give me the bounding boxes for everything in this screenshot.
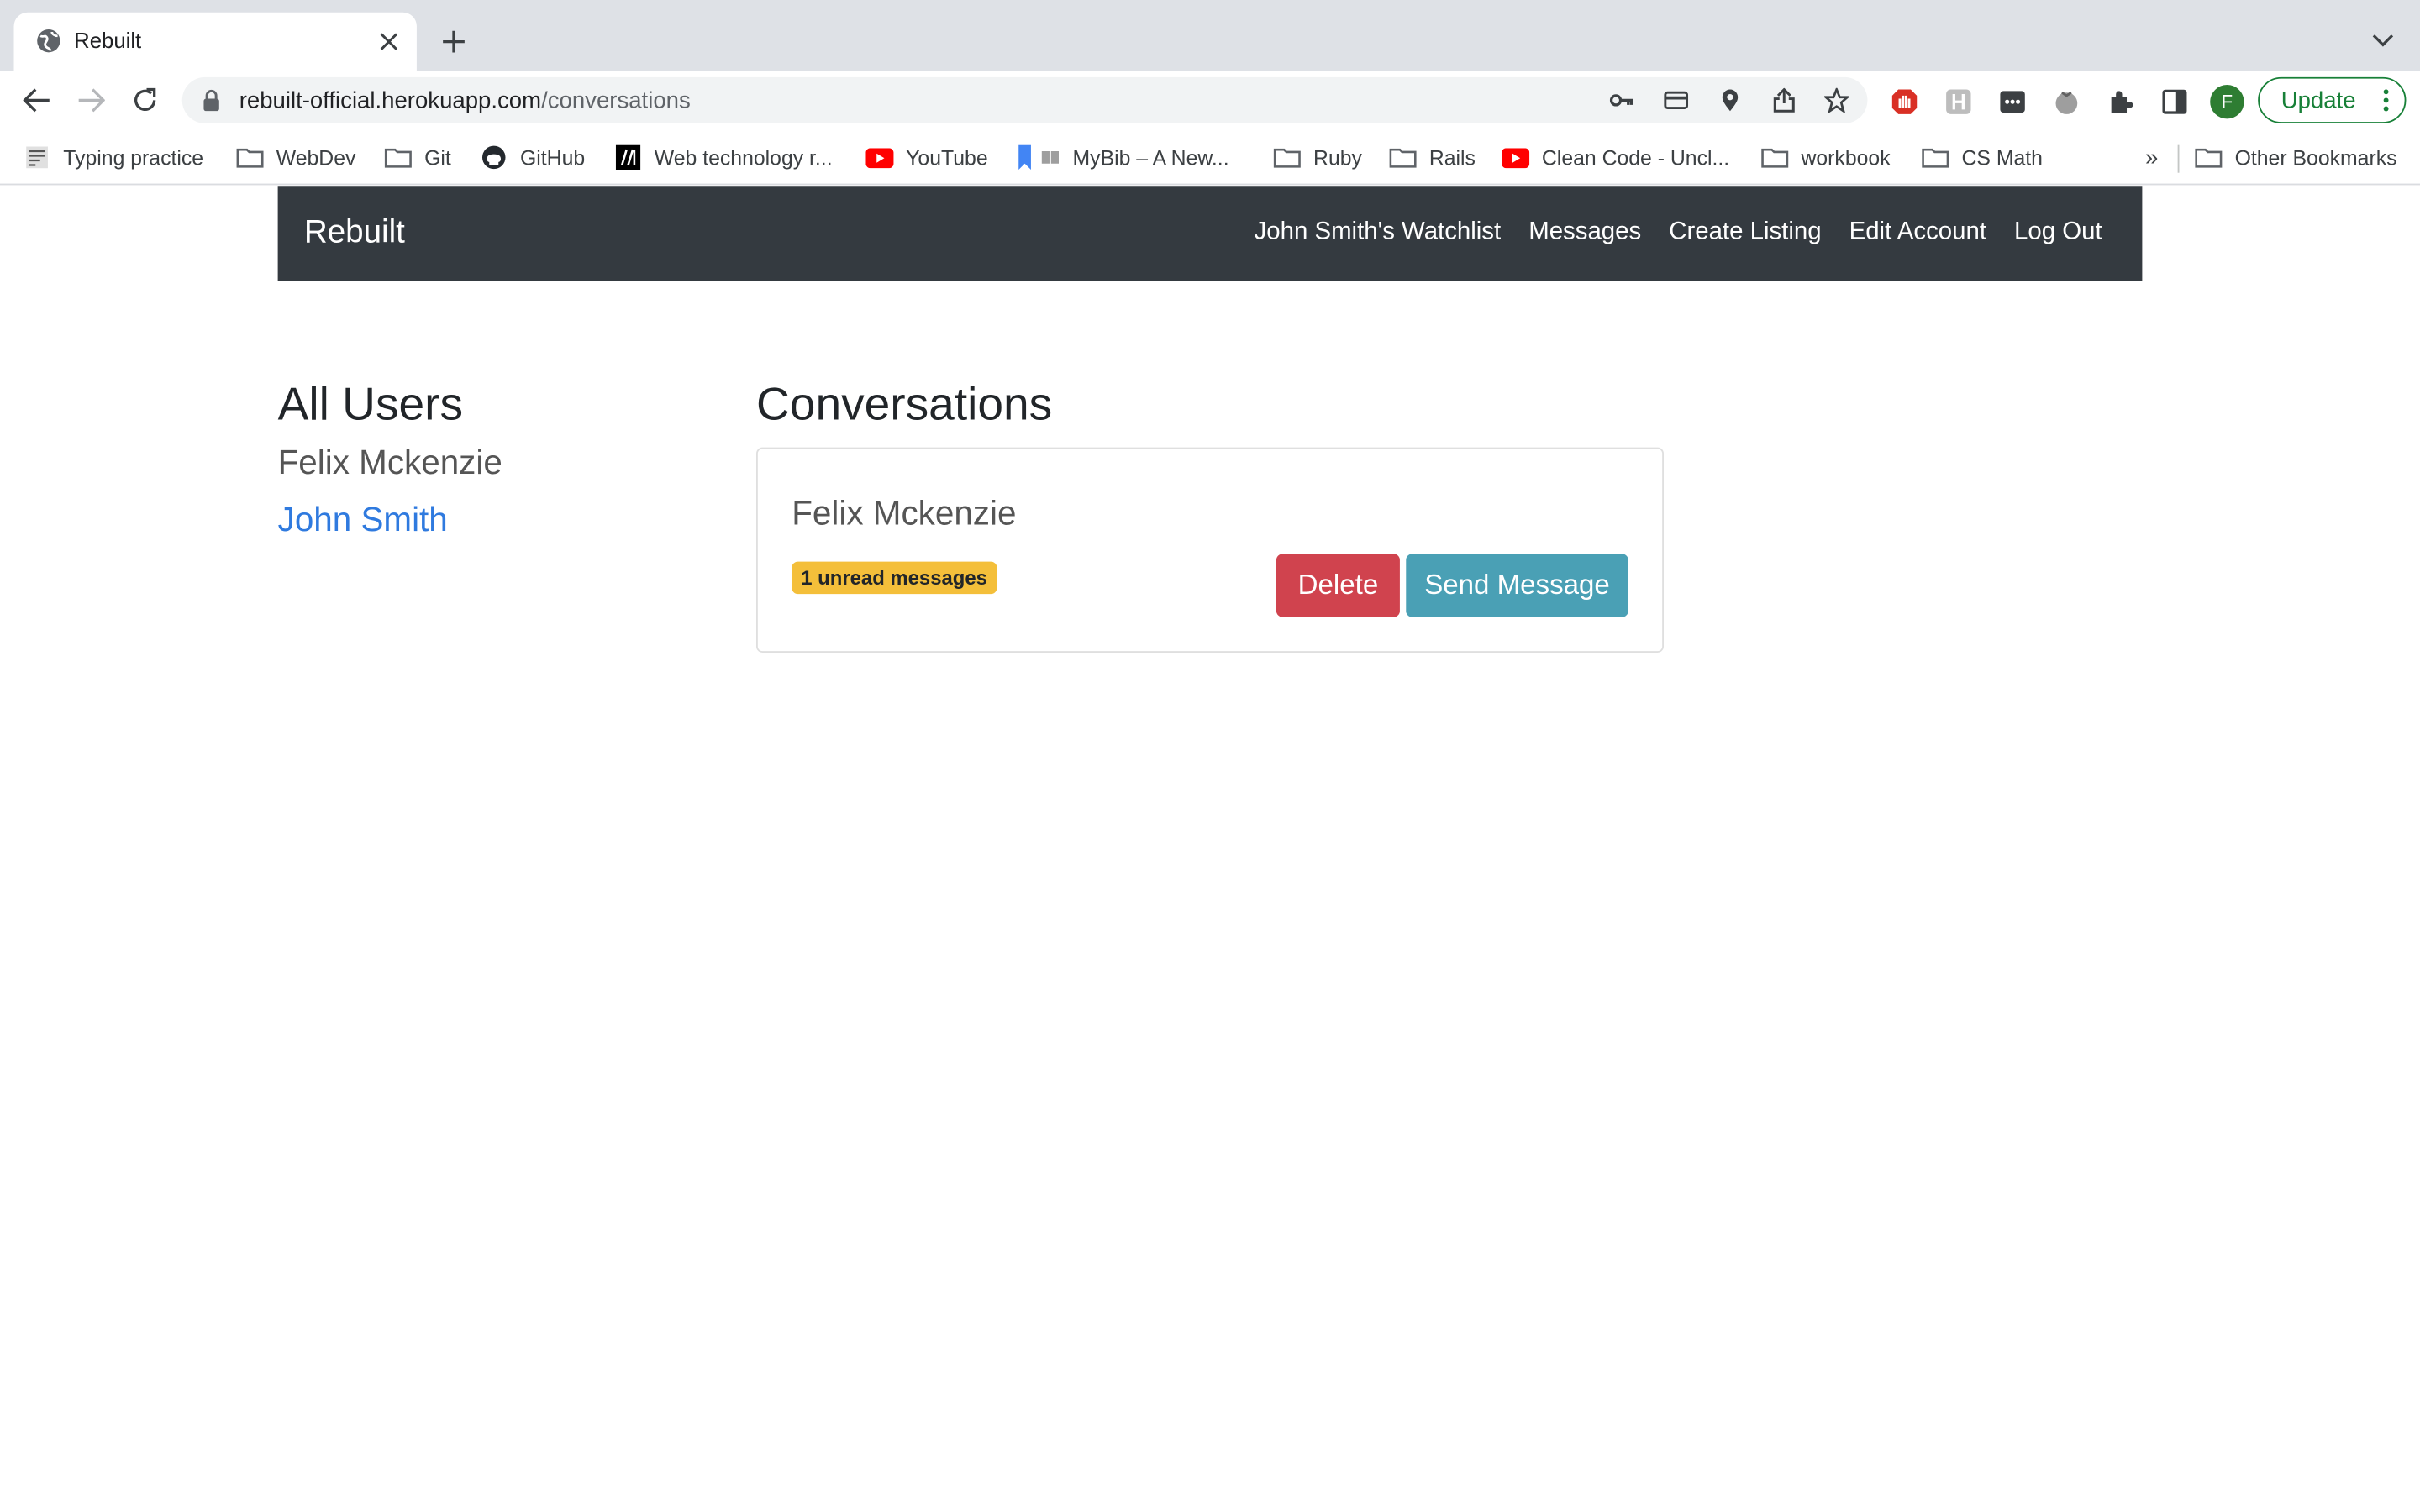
puzzle-icon[interactable]	[2107, 88, 2134, 116]
bookmark-label: CS Math	[1961, 145, 2043, 170]
extension-dots-icon[interactable]	[1999, 88, 2027, 116]
bookmark-label: Ruby	[1313, 145, 1362, 170]
conversation-card: Felix Mckenzie 1 unread messages Delete …	[756, 447, 1664, 653]
bookmarks-bar: Typing practice WebDev Git GitHub Web te…	[0, 129, 2420, 186]
bookmark-label: Rails	[1428, 145, 1476, 170]
user-item: Felix Mckenzie	[277, 443, 502, 482]
conversations-column: Conversations	[756, 378, 1052, 433]
folder-icon	[236, 145, 264, 170]
typing-icon	[24, 145, 51, 170]
youtube-icon	[865, 145, 894, 170]
browser-toolbar: rebuilt-official.herokuapp.com/conversat…	[0, 71, 2420, 130]
extension-h-icon[interactable]	[1944, 88, 1972, 116]
bookmark-rails[interactable]: Rails	[1389, 142, 1476, 173]
profile-avatar[interactable]: F	[2210, 85, 2244, 119]
bookmark-label: Typing practice	[63, 145, 204, 170]
bookmark-clean-code[interactable]: Clean Code - Uncl...	[1502, 142, 1729, 173]
nav-link-edit-account[interactable]: Edit Account	[1849, 219, 1986, 247]
site-navbar: Rebuilt John Smith's Watchlist Messages …	[277, 186, 2143, 281]
bookmarks-overflow-button[interactable]: »	[2145, 142, 2158, 173]
bookmark-github[interactable]: GitHub	[480, 142, 585, 173]
bookmark-label: Web technology r...	[654, 145, 833, 170]
user-link[interactable]: John Smith	[278, 491, 502, 548]
users-heading: All Users	[277, 379, 464, 431]
github-icon	[480, 145, 508, 170]
other-bookmarks[interactable]: Other Bookmarks	[2195, 142, 2397, 173]
tab-strip: Rebuilt	[0, 0, 2420, 71]
bookmark-label: WebDev	[276, 145, 356, 170]
bookmark-web-technology[interactable]: Web technology r...	[614, 142, 833, 173]
kebab-menu-icon[interactable]	[2383, 88, 2389, 113]
bookmark-label: Git	[424, 145, 451, 170]
adblock-extension-icon[interactable]	[1891, 88, 1918, 116]
nav-link-create-listing[interactable]: Create Listing	[1669, 219, 1821, 247]
bookmark-webdev[interactable]: WebDev	[236, 142, 355, 173]
bookmark-label: workbook	[1801, 145, 1891, 170]
globe-icon	[37, 29, 60, 53]
url-text[interactable]: rebuilt-official.herokuapp.com/conversat…	[239, 88, 691, 114]
bookmark-ruby[interactable]: Ruby	[1273, 142, 1362, 173]
side-panel-icon[interactable]	[2160, 88, 2188, 116]
bookmark-cs-math[interactable]: CS Math	[1922, 142, 2043, 173]
key-icon[interactable]	[1608, 87, 1636, 114]
tab-title: Rebuilt	[74, 28, 142, 53]
send-message-button[interactable]: Send Message	[1406, 554, 1628, 617]
nav-links: John Smith's Watchlist Messages Create L…	[1227, 219, 2102, 247]
bookmark-typing-practice[interactable]: Typing practice	[24, 142, 204, 173]
bookmark-label: Clean Code - Uncl...	[1541, 145, 1730, 170]
bookmark-label: Other Bookmarks	[2234, 145, 2397, 170]
brand-link[interactable]: Rebuilt	[304, 214, 405, 251]
back-arrow-icon[interactable]	[20, 83, 54, 117]
bookmark-label: GitHub	[519, 145, 586, 170]
forward-arrow-icon[interactable]	[74, 83, 108, 117]
conversations-heading: Conversations	[756, 379, 1053, 431]
conversation-name: Felix Mckenzie	[792, 493, 1017, 533]
bookmark-label: YouTube	[906, 145, 988, 170]
chevron-down-icon[interactable]	[2368, 24, 2399, 55]
bookmark-mybib[interactable]: MyBib – A New...	[1014, 142, 1229, 173]
update-button[interactable]: Update	[2258, 76, 2407, 123]
users-column: All Users Felix Mckenzie John Smith	[278, 378, 502, 548]
bookmarks-separator	[2177, 144, 2180, 173]
bookmark-git[interactable]: Git	[384, 142, 451, 173]
unread-badge: 1 unread messages	[792, 561, 997, 595]
youtube-icon	[1502, 145, 1530, 170]
star-icon[interactable]	[1823, 87, 1850, 114]
folder-icon	[1389, 145, 1417, 170]
folder-icon	[2195, 145, 2223, 170]
nav-link-messages[interactable]: Messages	[1528, 219, 1641, 247]
nav-link-watchlist[interactable]: John Smith's Watchlist	[1255, 219, 1502, 247]
lock-icon[interactable]	[203, 89, 221, 112]
reload-icon[interactable]	[128, 83, 161, 117]
address-bar[interactable]: rebuilt-official.herokuapp.com/conversat…	[182, 76, 1868, 123]
mdn-icon	[614, 144, 642, 171]
bookmark-ribbon-icon	[1014, 144, 1060, 171]
tomato-extension-icon[interactable]	[2053, 88, 2081, 116]
card-icon[interactable]	[1662, 87, 1690, 114]
folder-icon	[1922, 145, 1949, 170]
share-icon[interactable]	[1770, 87, 1798, 114]
bookmark-workbook[interactable]: workbook	[1761, 142, 1891, 173]
delete-button[interactable]: Delete	[1276, 554, 1400, 617]
folder-icon	[384, 145, 412, 170]
folder-icon	[1761, 145, 1789, 170]
screen: Rebuilt rebuilt-official.herokuapp.com/c…	[0, 0, 2420, 1512]
new-tab-plus-icon[interactable]	[437, 24, 471, 58]
update-label: Update	[2281, 87, 2356, 113]
bookmark-youtube[interactable]: YouTube	[865, 142, 988, 173]
nav-link-log-out[interactable]: Log Out	[2014, 219, 2102, 247]
folder-icon	[1273, 145, 1301, 170]
close-icon[interactable]	[375, 28, 402, 55]
browser-tab[interactable]: Rebuilt	[13, 12, 417, 71]
bookmark-label: MyBib – A New...	[1072, 145, 1229, 170]
location-pin-icon[interactable]	[1716, 87, 1744, 114]
